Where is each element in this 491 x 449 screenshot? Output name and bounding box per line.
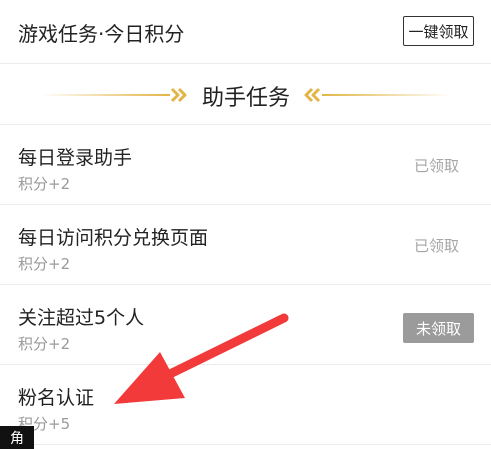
- task-name: 每日访问积分兑换页面: [18, 227, 209, 249]
- header-title: 游戏任务·今日积分: [18, 22, 185, 46]
- task-name: 粉名认证: [18, 387, 95, 409]
- claim-button[interactable]: 未领取: [403, 313, 474, 343]
- decor-line-right: [322, 94, 452, 96]
- task-row: 每日访问积分兑换页面 积分+2 已领取: [0, 205, 491, 285]
- decor-line-left: [40, 94, 170, 96]
- double-chevron-right-icon: [170, 87, 187, 103]
- task-row: 每日登录助手 积分+2 已领取: [0, 125, 491, 205]
- task-status-claimed: 已领取: [414, 157, 460, 175]
- game-task-header: 游戏任务·今日积分 一键领取: [0, 0, 491, 64]
- task-name: 每日登录助手: [18, 147, 133, 169]
- task-row: 粉名认证 积分+5: [0, 365, 491, 445]
- corner-badge: 角: [0, 426, 34, 449]
- task-row: 关注超过5个人 积分+2 未领取: [0, 285, 491, 365]
- task-points: 积分+2: [18, 175, 71, 193]
- assistant-task-section-header: 助手任务: [0, 65, 491, 125]
- task-name: 关注超过5个人: [18, 307, 145, 329]
- task-points: 积分+2: [18, 255, 71, 273]
- claim-all-button[interactable]: 一键领取: [403, 16, 474, 46]
- task-status-claimed: 已领取: [414, 237, 460, 255]
- task-points: 积分+2: [18, 335, 71, 353]
- double-chevron-left-icon: [304, 87, 321, 103]
- section-title: 助手任务: [201, 86, 290, 111]
